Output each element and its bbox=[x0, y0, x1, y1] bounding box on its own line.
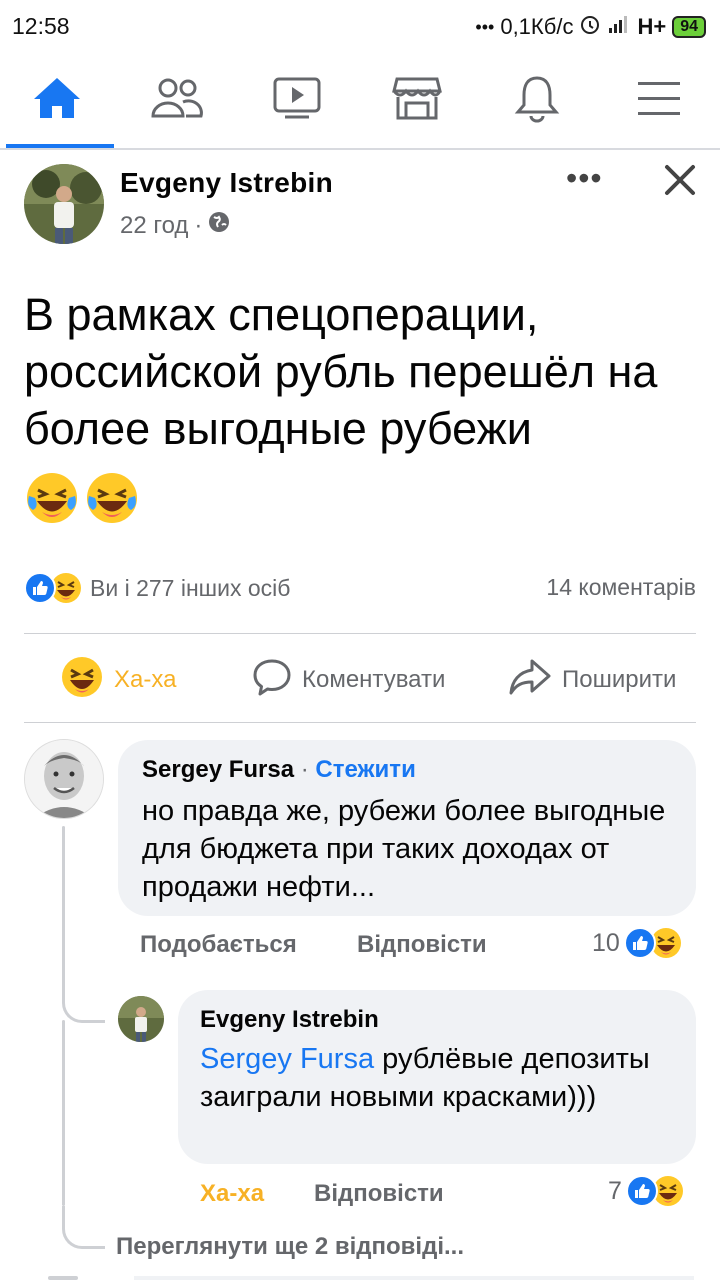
post-meta: 22 год · bbox=[120, 211, 230, 240]
friends-icon bbox=[150, 76, 204, 125]
comment-reactions[interactable]: 10 bbox=[592, 927, 682, 959]
thread-line bbox=[62, 826, 65, 981]
nav-notifications[interactable] bbox=[480, 52, 594, 148]
home-icon bbox=[31, 75, 83, 126]
close-icon[interactable] bbox=[660, 160, 700, 205]
divider bbox=[24, 633, 696, 634]
reply-reactions[interactable]: 7 bbox=[608, 1175, 684, 1207]
follow-link[interactable]: Стежити bbox=[315, 756, 415, 783]
comment-reaction-count: 10 bbox=[592, 928, 620, 957]
reply-reaction-count: 7 bbox=[608, 1176, 622, 1205]
nav-watch[interactable] bbox=[240, 52, 354, 148]
nav-marketplace[interactable] bbox=[360, 52, 474, 148]
share-button[interactable]: Поширити bbox=[508, 652, 676, 708]
commenter-name[interactable]: Sergey Fursa bbox=[142, 756, 294, 783]
comment-like-button[interactable]: Подобається bbox=[140, 931, 297, 959]
view-more-replies-link[interactable]: Переглянути ще 2 відповіді... bbox=[116, 1233, 464, 1261]
thread-line bbox=[62, 1020, 65, 1206]
next-comment-bubble-peek bbox=[134, 1276, 694, 1280]
like-reaction-icon bbox=[24, 572, 56, 604]
reply-haha-button[interactable]: Ха-ха bbox=[200, 1180, 264, 1208]
reply-reply-button[interactable]: Відповісти bbox=[314, 1180, 444, 1208]
watch-icon bbox=[271, 75, 323, 126]
reactions-summary-text: Ви і 277 інших осіб bbox=[90, 574, 291, 601]
nav-friends[interactable] bbox=[120, 52, 234, 148]
commenter-avatar[interactable] bbox=[24, 739, 104, 819]
meta-separator: · bbox=[194, 211, 203, 239]
author-avatar[interactable] bbox=[24, 164, 104, 244]
reply-text: Sergey Fursa рублёвые депозиты заиграли … bbox=[200, 1040, 670, 1116]
laughing-with-tears-emoji bbox=[24, 470, 80, 531]
share-label: Поширити bbox=[562, 666, 677, 693]
post-author-name[interactable]: Evgeny Istrebin bbox=[120, 167, 333, 199]
haha-label: Ха-ха bbox=[114, 666, 177, 693]
bell-icon bbox=[514, 73, 560, 128]
status-right: ••• 0,1Кб/с H+ 94 bbox=[475, 13, 706, 41]
thread-connector bbox=[62, 1206, 105, 1249]
status-time: 12:58 bbox=[12, 13, 70, 39]
status-bar: 12:58 ••• 0,1Кб/с H+ 94 bbox=[0, 0, 720, 52]
network-type: H+ bbox=[637, 14, 667, 39]
mention-link[interactable]: Sergey Fursa bbox=[200, 1043, 374, 1075]
comment-reply-button[interactable]: Відповісти bbox=[357, 931, 487, 959]
post-text: В рамках спецоперации, российской рубль … bbox=[24, 289, 658, 454]
haha-button[interactable]: Ха-ха bbox=[60, 652, 176, 708]
next-comment-peek bbox=[48, 1276, 78, 1280]
comment-header: Sergey Fursa · Стежити bbox=[142, 756, 416, 784]
menu-icon bbox=[636, 78, 682, 123]
post-time[interactable]: 22 год bbox=[120, 212, 188, 240]
share-icon bbox=[508, 657, 552, 704]
laughing-with-tears-emoji bbox=[84, 470, 140, 531]
marketplace-icon bbox=[392, 75, 442, 126]
comment-label: Коментувати bbox=[302, 666, 446, 693]
reply-author-name[interactable]: Evgeny Istrebin bbox=[200, 1006, 379, 1034]
haha-emoji-icon bbox=[60, 655, 104, 706]
comments-count[interactable]: 14 коментарів bbox=[546, 574, 696, 601]
thread-connector bbox=[62, 980, 105, 1023]
like-reaction-icon bbox=[625, 1175, 658, 1207]
comment-button[interactable]: Коментувати bbox=[252, 652, 445, 708]
signal-icon bbox=[607, 14, 631, 40]
nav-home[interactable] bbox=[0, 52, 114, 148]
status-dots: ••• bbox=[475, 16, 495, 37]
like-reaction-icon bbox=[623, 927, 656, 959]
nav-menu[interactable] bbox=[602, 52, 716, 148]
comment-separator: · bbox=[300, 756, 309, 783]
reply-bubble: Evgeny Istrebin Sergey Fursa рублёвые де… bbox=[178, 990, 696, 1164]
network-speed: 0,1Кб/с bbox=[500, 14, 574, 39]
battery-indicator: 94 bbox=[672, 16, 706, 38]
nav-active-indicator bbox=[6, 144, 114, 148]
alarm-icon bbox=[579, 13, 601, 41]
post-actions: Ха-ха Коментувати Поширити bbox=[24, 652, 696, 708]
comment-text: но правда же, рубежи более выгодные для … bbox=[142, 795, 666, 903]
comment-icon bbox=[252, 657, 292, 704]
more-options-icon[interactable]: ••• bbox=[566, 160, 603, 197]
reply-author-avatar[interactable] bbox=[118, 996, 164, 1042]
comment-bubble: Sergey Fursa · Стежити но правда же, руб… bbox=[118, 740, 696, 916]
reactions-summary[interactable]: Ви і 277 інших осіб bbox=[24, 572, 290, 604]
post-emojis bbox=[24, 470, 140, 531]
divider bbox=[24, 722, 696, 723]
globe-icon bbox=[208, 211, 230, 240]
top-navigation bbox=[0, 52, 720, 150]
reaction-icons bbox=[24, 572, 82, 604]
